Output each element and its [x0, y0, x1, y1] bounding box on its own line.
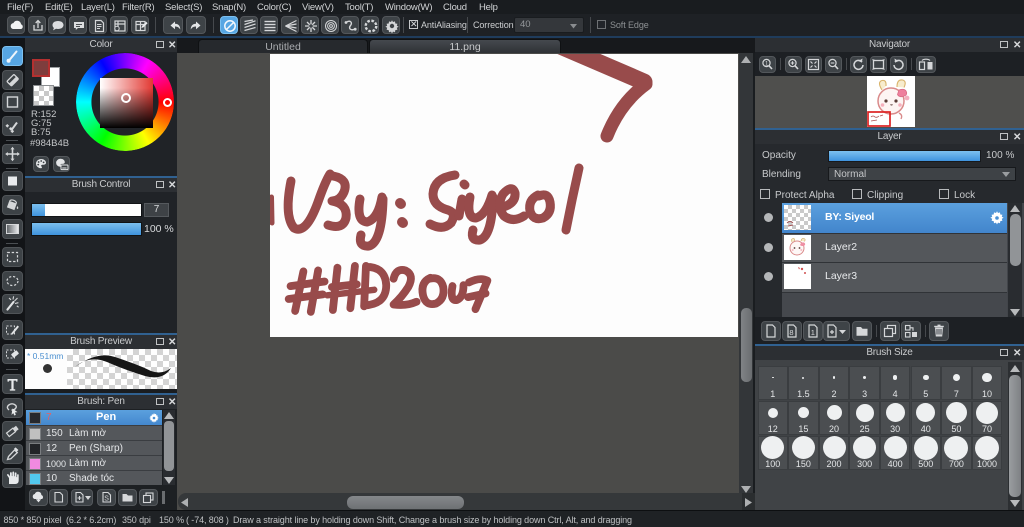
svg-text:1: 1 — [811, 328, 815, 337]
svg-text:S: S — [104, 496, 109, 503]
svg-text:8: 8 — [789, 328, 793, 337]
